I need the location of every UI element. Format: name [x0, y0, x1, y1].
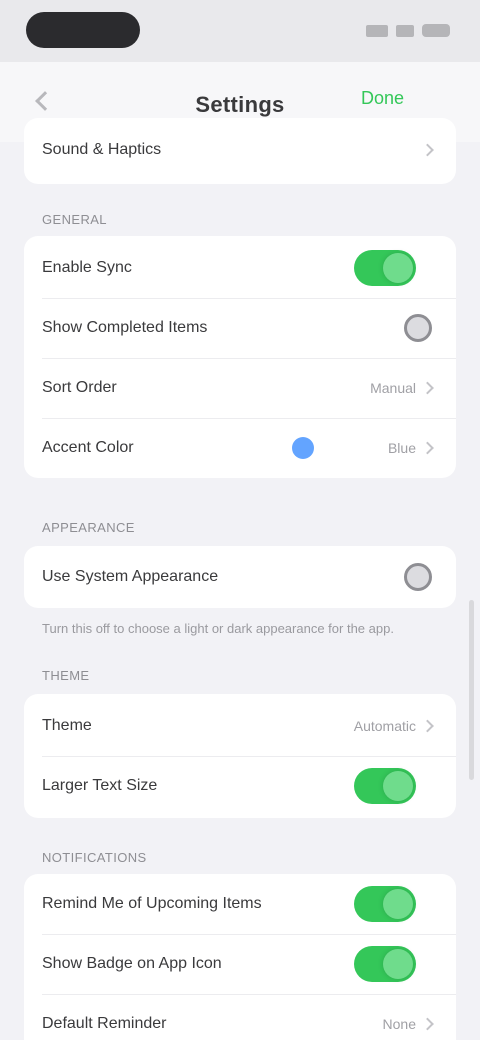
setting-row-enable-sync[interactable]: Enable Sync	[24, 238, 456, 298]
row-label: Enable Sync	[42, 259, 132, 276]
section-header-notifications: Notifications	[42, 850, 147, 865]
row-value: Manual	[370, 380, 416, 396]
chevron-right-icon	[421, 143, 434, 157]
enable-sync-toggle[interactable]	[354, 250, 416, 286]
page-title: Settings	[195, 92, 285, 117]
row-value: Automatic	[353, 718, 416, 734]
row-label: Use System Appearance	[42, 568, 219, 585]
settings-row[interactable]: Sound & Haptics	[24, 120, 456, 180]
setting-row-remind-upcoming[interactable]: Remind Me of Upcoming Items	[24, 874, 456, 934]
show-completed-radio[interactable]	[404, 314, 432, 342]
display-card: Theme Automatic Larger Text Size	[24, 694, 456, 818]
row-label: Show Badge on App Icon	[42, 955, 222, 972]
chevron-right-icon	[421, 381, 434, 395]
chevron-right-icon	[421, 1017, 434, 1031]
row-label: Default Reminder	[42, 1015, 167, 1032]
scrollbar[interactable]	[469, 600, 474, 780]
setting-row-theme[interactable]: Theme Automatic	[24, 696, 456, 756]
notifications-card: Remind Me of Upcoming Items Show Badge o…	[24, 874, 456, 1040]
row-label: Sort Order	[42, 379, 117, 396]
signal-icon	[366, 24, 388, 37]
row-value: Blue	[387, 440, 416, 456]
setting-row-default-reminder[interactable]: Default Reminder None	[24, 994, 456, 1040]
larger-text-toggle[interactable]	[354, 768, 416, 804]
system-appearance-radio[interactable]	[404, 563, 432, 591]
setting-row-sort-order[interactable]: Sort Order Manual	[24, 358, 456, 418]
chevron-right-icon	[421, 441, 434, 455]
setting-row-accent-color[interactable]: Accent Color Blue	[24, 418, 456, 478]
row-value: None	[382, 1016, 416, 1032]
appearance-card: Use System Appearance	[24, 546, 456, 608]
section-header-appearance: Appearance	[42, 520, 135, 535]
badge-toggle[interactable]	[354, 946, 416, 982]
setting-row-larger-text[interactable]: Larger Text Size	[24, 756, 456, 816]
setting-row-badge[interactable]: Show Badge on App Icon	[24, 934, 456, 994]
setting-row-system-appearance[interactable]: Use System Appearance	[24, 547, 456, 607]
section-header-theme: Theme	[42, 668, 90, 683]
wifi-icon	[396, 24, 414, 37]
general-card: Enable Sync Show Completed Items Sort Or…	[24, 236, 456, 478]
chevron-right-icon	[421, 719, 434, 733]
row-label: Theme	[42, 717, 92, 734]
row-label: Accent Color	[42, 439, 134, 456]
status-bar	[0, 0, 480, 62]
remind-upcoming-toggle[interactable]	[354, 886, 416, 922]
status-icons	[366, 24, 450, 37]
battery-icon	[422, 24, 450, 37]
section-header-general: General	[42, 212, 107, 227]
accent-color-swatch	[292, 437, 314, 459]
dynamic-island	[26, 12, 140, 48]
appearance-footnote: Turn this off to choose a light or dark …	[42, 621, 394, 636]
row-label: Show Completed Items	[42, 319, 208, 336]
row-label: Remind Me of Upcoming Items	[42, 895, 262, 912]
top-settings-card: Sound & Haptics	[24, 118, 456, 184]
row-label: Sound & Haptics	[42, 141, 162, 158]
done-button[interactable]: Done	[361, 88, 404, 109]
setting-row-show-completed[interactable]: Show Completed Items	[24, 298, 456, 358]
row-label: Larger Text Size	[42, 777, 158, 794]
